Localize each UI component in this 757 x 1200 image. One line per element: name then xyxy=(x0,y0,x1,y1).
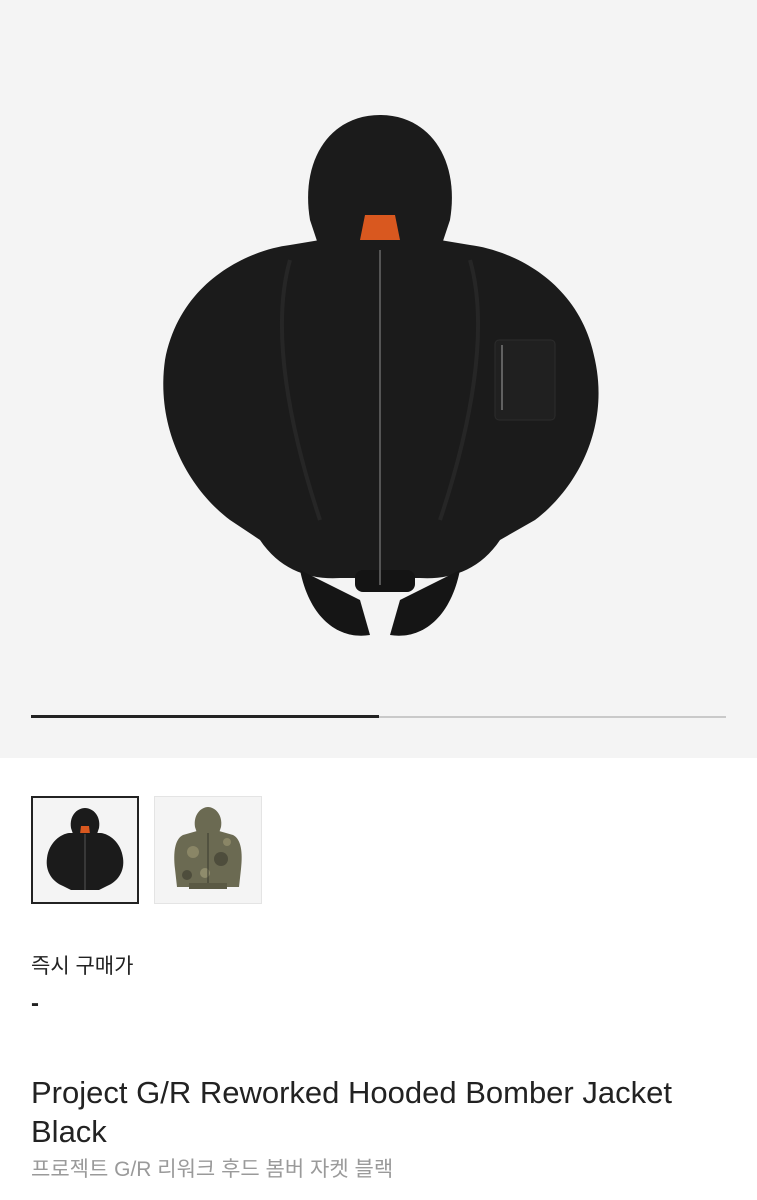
camo-jacket-thumbnail-image xyxy=(174,807,242,889)
product-title-english: Project G/R Reworked Hooded Bomber Jacke… xyxy=(31,1075,672,1149)
instant-buy-price-label: 즉시 구매가 xyxy=(31,955,134,978)
product-main-image xyxy=(163,115,599,636)
thumbnail-black-jacket[interactable] xyxy=(31,796,139,904)
thumbnail-camo-jacket[interactable] xyxy=(154,796,262,904)
gallery-progress-fill xyxy=(31,715,379,718)
black-jacket-thumbnail-image xyxy=(46,808,124,890)
instant-buy-price-value: - xyxy=(31,990,39,1017)
gallery-progress-track xyxy=(31,715,726,718)
product-title-korean: 프로젝트 G/R 리워크 후드 봄버 자켓 블랙 xyxy=(31,1158,394,1181)
product-image-gallery[interactable] xyxy=(0,0,757,758)
